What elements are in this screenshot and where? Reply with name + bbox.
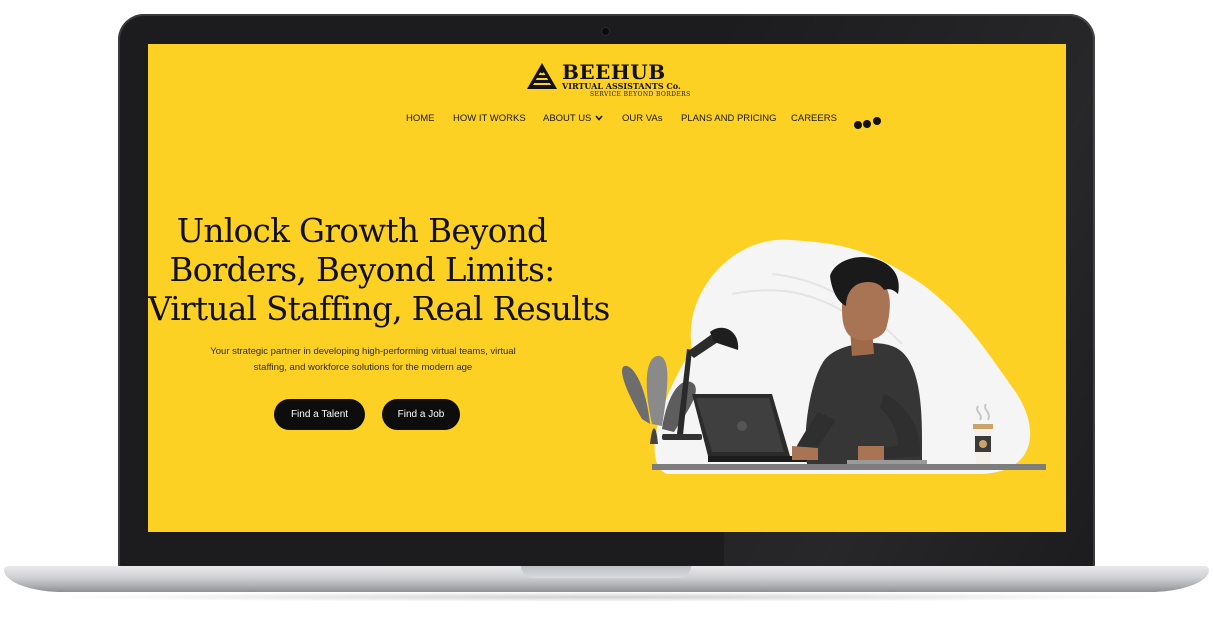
laptop-shadow	[40, 592, 1173, 602]
find-a-talent-button[interactable]: Find a Talent	[274, 399, 365, 430]
hero-title-line: Virtual Staffing, Real Results	[148, 290, 610, 328]
find-a-job-button[interactable]: Find a Job	[382, 399, 460, 430]
brand-tagline: SERVICE BEYOND BORDERS	[590, 91, 691, 98]
website-screen: BEEHUB VIRTUAL ASSISTANTS Co. SERVICE BE…	[148, 44, 1066, 532]
bee-logo-icon	[527, 63, 557, 89]
hero-title-line: Borders, Beyond Limits:	[169, 251, 555, 289]
nav-item-about-us-label: ABOUT US	[543, 113, 592, 124]
laptop-base-notch	[521, 566, 691, 578]
hero-title: Unlock Growth Beyond Borders, Beyond Lim…	[148, 212, 610, 329]
person-working-illustration	[622, 239, 1046, 474]
nav-item-how-it-works[interactable]: HOW IT WORKS	[453, 113, 526, 124]
nav-item-plans-and-pricing[interactable]: PLANS AND PRICING	[681, 113, 777, 124]
hero-subtitle: Your strategic partner in developing hig…	[210, 346, 516, 373]
nav-item-careers[interactable]: CAREERS	[791, 113, 837, 124]
desk-surface	[652, 464, 1046, 470]
hero-title-line: Unlock Growth Beyond	[176, 212, 548, 250]
nav-item-our-vas[interactable]: OUR VAs	[622, 113, 662, 124]
more-dots-icon[interactable]	[853, 116, 883, 130]
chevron-down-icon	[595, 115, 603, 122]
brand-logo[interactable]: BEEHUB VIRTUAL ASSISTANTS Co. SERVICE BE…	[526, 60, 690, 100]
webcam-icon	[602, 28, 609, 35]
nav-item-about-us[interactable]: ABOUT US	[543, 113, 603, 124]
nav-item-home[interactable]: HOME	[406, 113, 435, 124]
brand-subtitle: VIRTUAL ASSISTANTS Co.	[562, 81, 681, 91]
